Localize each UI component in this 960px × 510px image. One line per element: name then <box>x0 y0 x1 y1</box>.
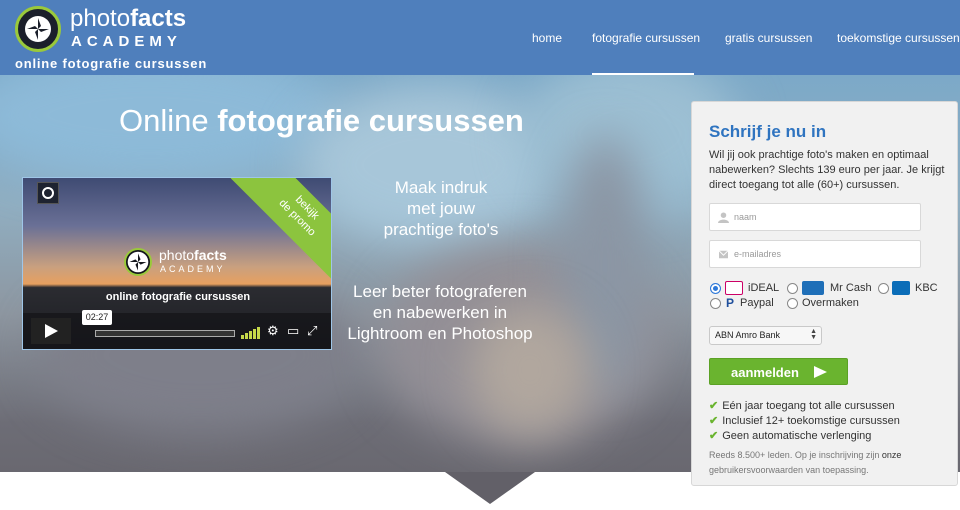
benefit-item: ✔ Geen automatische verlenging <box>709 429 871 442</box>
hero-tagline-1-line: met jouw <box>406 199 476 218</box>
checkmark-icon: ✔ <box>709 430 719 442</box>
main-nav: home fotografie cursussen gratis cursuss… <box>0 0 960 75</box>
kbc-icon <box>892 281 910 295</box>
checkmark-icon: ✔ <box>709 415 719 427</box>
play-button[interactable] <box>31 318 71 344</box>
nav-item-toekomstige-cursussen[interactable]: toekomstige cursussen <box>837 31 960 45</box>
terms-text: Reeds 8.500+ leden. Op je inschrijving z… <box>709 450 880 460</box>
radio-overmaken[interactable] <box>787 298 798 309</box>
hero-tagline-2-line: Leer beter fotograferen <box>353 282 527 301</box>
nav-item-fotografie-cursussen[interactable]: fotografie cursussen <box>592 31 700 45</box>
video-logo-wordmark: photofacts <box>159 247 227 263</box>
hero-tagline-1-line: Maak indruk <box>394 178 488 197</box>
settings-icon[interactable]: ⚙ <box>267 324 279 338</box>
video-progress-bar[interactable] <box>95 330 235 337</box>
radio-kbc[interactable] <box>878 283 889 294</box>
radio-paypal[interactable] <box>710 298 721 309</box>
radio-ideal[interactable] <box>710 283 721 294</box>
terms-text: onze <box>881 450 902 460</box>
name-input[interactable] <box>734 204 914 230</box>
email-field[interactable] <box>709 240 921 268</box>
payment-label: Paypal <box>740 297 774 309</box>
play-icon <box>45 324 58 338</box>
terms-text: van toepassing. <box>805 465 869 475</box>
payment-label: Overmaken <box>802 297 859 309</box>
signup-submit-button[interactable]: aanmelden <box>709 358 848 385</box>
signup-description: Wil jij ook prachtige foto's maken en op… <box>709 149 945 191</box>
benefit-item: ✔ Eén jaar toegang tot alle cursussen <box>709 399 895 412</box>
paypal-icon: P <box>726 296 735 310</box>
site-header: photofacts ACADEMY online fotografie cur… <box>0 0 960 75</box>
hero-tagline-2-line: Lightroom en Photoshop <box>347 324 533 343</box>
hero-tagline-1-line: prachtige foto's <box>383 220 499 239</box>
signup-panel: Schrijf je nu in Wil jij ook prachtige f… <box>691 101 958 486</box>
video-logo-icon <box>124 248 152 276</box>
payment-label: iDEAL <box>748 282 780 294</box>
ideal-icon <box>725 281 743 295</box>
airplay-icon[interactable]: ▭ <box>287 324 299 338</box>
promo-ribbon[interactable]: bekijk de promo <box>230 178 331 285</box>
terms-link[interactable]: gebruikersvoorwaarden <box>709 465 803 475</box>
video-controls: 02:27 ⚙ ▭ ⤢ <box>23 310 331 349</box>
user-icon <box>718 212 729 223</box>
hero-tagline-2: Leer beter fotograferen en nabewerken in… <box>340 281 540 344</box>
nav-item-gratis-cursussen[interactable]: gratis cursussen <box>725 31 812 45</box>
scroll-down-notch <box>445 472 535 504</box>
video-time: 02:27 <box>82 310 112 325</box>
benefit-text: Eén jaar toegang tot alle cursussen <box>722 400 895 412</box>
benefit-item: ✔ Inclusief 12+ toekomstige cursussen <box>709 414 900 427</box>
email-input[interactable] <box>734 241 914 267</box>
radio-mrcash[interactable] <box>787 283 798 294</box>
benefit-text: Inclusief 12+ toekomstige cursussen <box>722 415 900 427</box>
hero-tagline-2-line: en nabewerken in <box>372 303 508 322</box>
terms-note: Reeds 8.500+ leden. Op je inschrijving z… <box>709 448 949 478</box>
signup-title: Schrijf je nu in <box>709 122 827 141</box>
video-channel-icon[interactable] <box>37 182 59 204</box>
select-arrows-icon: ▲ ▼ <box>810 328 817 341</box>
promo-video[interactable]: bekijk de promo photofacts ACADEMY onlin… <box>22 177 332 350</box>
bank-select[interactable]: ABN Amro Bank ▲ ▼ <box>709 326 822 345</box>
envelope-icon <box>718 250 729 259</box>
hero-title: Online fotografie cursussen <box>119 103 524 138</box>
name-field[interactable] <box>709 203 921 231</box>
payment-label: KBC <box>915 282 938 294</box>
video-logo-academy: ACADEMY <box>160 264 226 274</box>
fullscreen-icon[interactable]: ⤢ <box>307 324 317 338</box>
payment-label: Mr Cash <box>830 282 872 294</box>
mrcash-icon <box>802 281 824 295</box>
submit-label: aanmelden <box>731 365 799 380</box>
nav-item-home[interactable]: home <box>532 31 562 45</box>
checkmark-icon: ✔ <box>709 400 719 412</box>
hero-tagline-1: Maak indruk met jouw prachtige foto's <box>356 177 526 240</box>
video-caption: online fotografie cursussen <box>105 291 251 303</box>
arrow-right-icon <box>814 366 827 378</box>
benefit-text: Geen automatische verlenging <box>722 430 872 442</box>
bank-select-value: ABN Amro Bank <box>715 330 781 340</box>
